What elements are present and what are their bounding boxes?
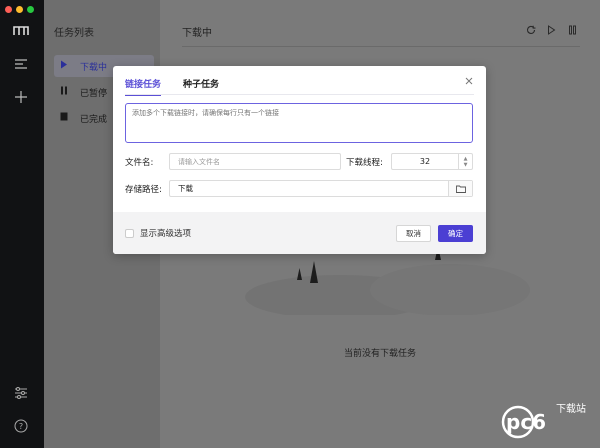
stop-icon [60, 112, 68, 124]
threads-stepper[interactable]: 32 ▲ ▼ [391, 153, 473, 170]
cancel-button[interactable]: 取消 [396, 225, 431, 242]
confirm-button[interactable]: 确定 [438, 225, 473, 242]
window-controls [5, 6, 34, 13]
watermark-brand: pc6 [506, 410, 546, 434]
resume-all-icon[interactable] [546, 24, 557, 35]
refresh-icon[interactable] [525, 24, 536, 35]
threads-label: 下载线程: [346, 158, 383, 168]
app-rail: ? [0, 0, 44, 448]
watermark-site: 下载站 [556, 402, 586, 415]
add-icon[interactable] [12, 88, 30, 106]
empty-state-text: 当前没有下载任务 [343, 349, 416, 359]
minimize-window-button[interactable] [16, 6, 23, 13]
title-divider [182, 46, 580, 47]
logo-icon [12, 22, 30, 40]
task-item-label: 下载中 [80, 62, 108, 73]
close-window-button[interactable] [5, 6, 12, 13]
zoom-window-button[interactable] [27, 6, 34, 13]
filename-input[interactable]: 请输入文件名 [169, 153, 341, 170]
pause-all-icon[interactable] [567, 24, 578, 35]
watermark-logo: pc6 下载站 [501, 402, 586, 439]
task-item-label: 已完成 [80, 114, 108, 125]
chevron-down-icon[interactable]: ▼ [464, 162, 468, 168]
settings-sliders-icon[interactable] [12, 384, 30, 402]
path-input[interactable]: 下载 [169, 180, 473, 197]
path-label: 存储路径: [125, 185, 162, 195]
url-input[interactable] [125, 103, 473, 143]
play-icon [60, 60, 68, 72]
path-value: 下载 [178, 184, 193, 193]
folder-icon[interactable] [448, 181, 472, 196]
tabs-divider [125, 94, 474, 95]
close-icon[interactable] [464, 76, 474, 86]
toolbar [525, 24, 578, 35]
pause-icon [60, 86, 68, 98]
dialog-footer: 显示高级选项 取消 确定 [113, 212, 486, 254]
filename-placeholder: 请输入文件名 [178, 157, 220, 166]
svg-text:?: ? [19, 422, 23, 431]
task-list-title: 任务列表 [54, 28, 94, 39]
help-icon[interactable]: ? [12, 417, 30, 435]
advanced-label: 显示高级选项 [140, 229, 192, 239]
filename-label: 文件名: [125, 158, 154, 168]
stepper-arrows[interactable]: ▲ ▼ [458, 154, 472, 169]
page-title: 下载中 [182, 28, 212, 39]
threads-value: 32 [419, 157, 431, 166]
advanced-checkbox[interactable] [125, 228, 134, 238]
advanced-options-toggle[interactable]: 显示高级选项 [125, 227, 191, 239]
add-task-dialog: 链接任务 种子任务 文件名: 请输入文件名 下载线程: 32 ▲ ▼ 存储路径:… [113, 66, 486, 254]
menu-icon[interactable] [12, 55, 30, 73]
task-item-label: 已暂停 [80, 88, 108, 99]
